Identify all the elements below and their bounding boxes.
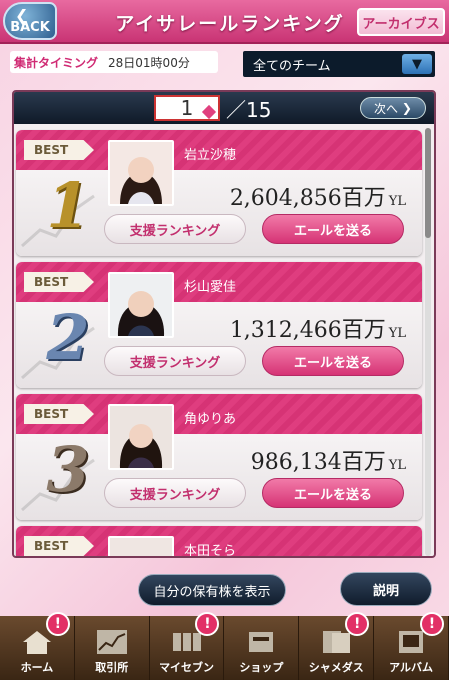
- amount-value: 2,604,856百万: [229, 186, 386, 211]
- photo-icon: [323, 631, 351, 653]
- alert-badge: !: [195, 612, 220, 636]
- back-button[interactable]: ❮ BACK: [3, 2, 57, 40]
- ranking-card: BEST 2 杉山愛佳 1,312,466百万 YL 支援ランキング エールを送る: [16, 262, 422, 388]
- dropdown-arrow-icon[interactable]: ▼: [402, 54, 432, 74]
- member-avatar[interactable]: [108, 536, 174, 556]
- timing-value: 28日01時00分: [108, 55, 190, 70]
- tab-label: ホーム: [20, 661, 54, 674]
- best-badge: BEST: [24, 272, 94, 292]
- tab-myseven[interactable]: マイセブン !: [150, 612, 225, 680]
- next-label: 次へ: [374, 101, 399, 116]
- archive-button[interactable]: アーカイブス: [357, 8, 445, 36]
- tab-label: シャメダス: [308, 661, 364, 674]
- rank-number: 1: [46, 168, 90, 242]
- next-page-button[interactable]: 次へ ❯: [360, 97, 426, 119]
- album-icon: [399, 631, 424, 653]
- support-ranking-button[interactable]: 支援ランキング: [104, 214, 246, 244]
- tab-label: 取引所: [95, 661, 129, 674]
- total-pages: ／15: [226, 98, 272, 122]
- send-yell-button[interactable]: エールを送る: [262, 346, 404, 376]
- rank-number: 2: [46, 300, 90, 374]
- tab-album[interactable]: アルバム !: [374, 612, 449, 680]
- support-ranking-button[interactable]: 支援ランキング: [104, 478, 246, 508]
- rank-number: 3: [46, 432, 90, 506]
- member-name: 角ゆりあ: [184, 412, 237, 427]
- scrollbar[interactable]: [425, 128, 431, 556]
- best-badge: BEST: [24, 536, 94, 556]
- member-name: 本田そら: [184, 544, 237, 558]
- ranking-list[interactable]: BEST 1 岩立沙穂 2,604,856百万 YL 支援ランキング エールを送る…: [14, 124, 424, 558]
- shop-icon: [249, 632, 274, 652]
- page-title: アイサレールランキング: [115, 13, 345, 35]
- amount-value: 986,134百万: [250, 450, 386, 475]
- tab-label: ショップ: [239, 661, 284, 674]
- next-arrow-icon: ❯: [398, 101, 412, 115]
- alert-badge: !: [419, 612, 444, 636]
- pencil-icon: [201, 104, 217, 120]
- seats-icon: [172, 633, 201, 651]
- tab-shamedas[interactable]: シャメダス !: [299, 612, 375, 680]
- alert-badge: !: [345, 612, 370, 636]
- member-avatar[interactable]: [108, 140, 174, 206]
- member-name: 岩立沙穂: [184, 148, 237, 163]
- ranking-card: BEST 1 岩立沙穂 2,604,856百万 YL 支援ランキング エールを送る: [16, 130, 422, 256]
- amount-unit: YL: [388, 194, 406, 209]
- page-number-input[interactable]: 1: [154, 95, 220, 121]
- team-select[interactable]: 全てのチーム ▼: [243, 51, 435, 77]
- ranking-card: BEST 本田そら: [16, 526, 422, 558]
- tab-label: マイセブン: [159, 661, 215, 674]
- amount-unit: YL: [388, 326, 406, 341]
- amount-unit: YL: [388, 458, 406, 473]
- back-arrow-icon: ❮: [15, 6, 29, 25]
- member-avatar[interactable]: [108, 272, 174, 338]
- best-badge: BEST: [24, 140, 94, 160]
- chart-icon: [96, 630, 127, 654]
- support-amount: 986,134百万 YL: [251, 444, 406, 476]
- help-button[interactable]: 説明: [340, 572, 432, 606]
- support-ranking-button[interactable]: 支援ランキング: [104, 346, 246, 376]
- send-yell-button[interactable]: エールを送る: [262, 214, 404, 244]
- best-badge: BEST: [24, 404, 94, 424]
- tab-home[interactable]: ホーム !: [0, 612, 75, 680]
- ranking-card: BEST 3 角ゆりあ 986,134百万 YL 支援ランキング エールを送る: [16, 394, 422, 520]
- tab-shop[interactable]: ショップ: [224, 616, 300, 680]
- tab-label: アルバム: [389, 661, 433, 674]
- aggregation-timing: 集計タイミング 28日01時00分: [10, 51, 218, 73]
- member-avatar[interactable]: [108, 404, 174, 470]
- scroll-thumb[interactable]: [425, 128, 431, 238]
- pager: 1 ／15 次へ ❯: [14, 92, 434, 124]
- bottom-tab-bar: ホーム ! 取引所 マイセブン ! ショップ シャメダス ! アルバム !: [0, 612, 449, 680]
- timing-label: 集計タイミング: [14, 55, 99, 70]
- show-holdings-button[interactable]: 自分の保有株を表示: [138, 574, 286, 606]
- team-select-value: 全てのチーム: [253, 58, 331, 74]
- current-page: 1: [180, 96, 194, 120]
- tab-exchange[interactable]: 取引所: [75, 616, 150, 680]
- support-amount: 2,604,856百万 YL: [230, 180, 406, 212]
- header-bar: ❮ BACK アイサレールランキング アーカイブス: [0, 0, 449, 44]
- send-yell-button[interactable]: エールを送る: [262, 478, 404, 508]
- support-amount: 1,312,466百万 YL: [230, 312, 406, 344]
- member-name: 杉山愛佳: [184, 280, 237, 295]
- amount-value: 1,312,466百万: [229, 318, 386, 343]
- ranking-panel: 1 ／15 次へ ❯ BEST 1 岩立沙穂 2,604,856百万 YL 支援ラ…: [12, 90, 436, 558]
- alert-badge: !: [45, 612, 70, 636]
- home-icon: [22, 631, 51, 654]
